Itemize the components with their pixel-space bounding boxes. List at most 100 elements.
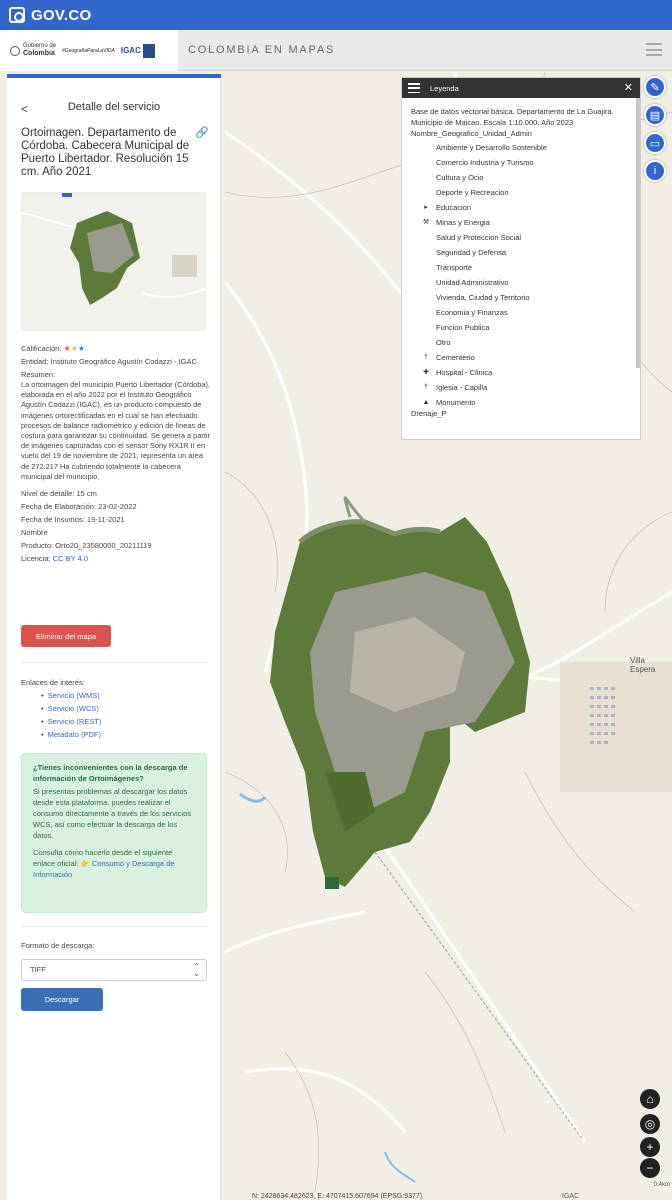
fecha-insumos: Fecha de Insumos: 19-11-2021 (21, 515, 125, 525)
gobierno-logo[interactable]: Gobierno de Colombia (10, 43, 56, 58)
formato-label: Formato de descarga: (21, 941, 95, 950)
seal-icon (10, 45, 20, 56)
zoom-out-button[interactable]: − (640, 1158, 660, 1178)
resumen-text: La ortoimagen del municipio Puerto Liber… (21, 380, 210, 481)
thumbnail-map (22, 193, 205, 305)
govco-logo[interactable]: GOV.CO (31, 7, 91, 24)
legend-item: ⚒ Minas y Energia (411, 215, 631, 230)
format-select-value: TIFF (30, 965, 46, 974)
service-title: Ortoimagen. Departamento de Córdoba. Cab… (21, 127, 190, 178)
legend-panel: Leyenda ✕ Base de datos vectorial básica… (401, 77, 641, 440)
legend-item: † Cementerio (411, 350, 631, 365)
cemetery-icon: † (424, 354, 428, 361)
legend-item: Vivienda, Ciudad y Territorio (436, 293, 530, 302)
rating-row: Calificación: ★★★ (21, 344, 213, 354)
home-icon[interactable]: ⌂ (640, 1089, 660, 1109)
back-button[interactable]: < (21, 102, 28, 116)
map-coordinates: N: 2428634.482623, E: 4707415.607694 (EP… (252, 1193, 423, 1200)
legend-item: Deporte y Recreacion (436, 188, 509, 197)
legend-item: † Iglesia - Capilla (411, 380, 631, 395)
licencia-link[interactable]: CC BY 4.0 (53, 554, 88, 563)
site-header: Gobierno de Colombia #GeografíaParaLaVIDA… (0, 30, 672, 71)
locate-icon[interactable]: ◎ (640, 1114, 660, 1134)
legend-title: Leyenda (430, 83, 459, 93)
legend-item: Transporte (436, 263, 472, 272)
alert-link-row: Consulta cómo hacerlo desde el siguiente… (33, 847, 195, 880)
layers-icon[interactable]: ▤ (644, 104, 666, 126)
map-place-label: Villa Espera (630, 656, 656, 674)
remove-from-map-button[interactable]: Eliminar del mapa (21, 625, 111, 647)
alert-body: Si presentas problemas al descargar los … (33, 787, 191, 840)
tools-icon[interactable]: ✎ (644, 76, 666, 98)
nivel-detalle: Nivel de detalle: 15 cm (21, 489, 97, 499)
map-attribution: IGAC (562, 1193, 580, 1200)
legend-item: Otro (436, 338, 451, 347)
site-title: COLOMBIA EN MAPAS (188, 44, 336, 56)
rating-stars[interactable]: ★★★ (64, 344, 86, 353)
divider (21, 926, 207, 927)
service-thumbnail (21, 192, 206, 331)
zoom-in-button[interactable]: + (640, 1137, 660, 1157)
link-icon[interactable]: 🔗 (195, 126, 209, 139)
panel-top-accent (7, 74, 221, 78)
service-metadata: Calificación: ★★★ Entidad: Instituto Geo… (21, 344, 213, 567)
licencia-label: Licencia: (21, 554, 51, 564)
legend-group-title: Nombre_Geografico_Unidad_Admin (411, 129, 532, 138)
legend-body: Base de datos vectorial básica. Departam… (402, 98, 640, 439)
divider (21, 662, 207, 663)
legend-item: Comercio Industria y Turismo (436, 158, 534, 167)
download-button[interactable]: Descargar (21, 988, 103, 1011)
legend-item: ✚ Hospital - Clinica (411, 365, 631, 380)
legend-items: Ambiente y Desarrollo Sostenible Comerci… (411, 140, 631, 410)
download-help-alert: ¿Tienes inconvenientes con la descarga d… (21, 753, 207, 913)
legend-item: Salud y Proteccion Social (436, 233, 522, 242)
legend-item: Economia y Finanzas (436, 308, 508, 317)
link-rest[interactable]: Servicio (REST) (48, 717, 102, 726)
link-metadato[interactable]: Metadato (PDF) (48, 730, 101, 739)
alert-heading: ¿Tienes inconvenientes con la descarga d… (33, 763, 188, 783)
geografia-text: #GeografíaParaLaVIDA (62, 47, 115, 54)
legend-item: ▲ Monumento (411, 395, 631, 410)
entidad: Entidad: Instituto Geográfico Agustín Co… (21, 357, 197, 366)
igac-logo[interactable]: IGAC (120, 43, 155, 58)
resumen-label: Resumen: (21, 370, 56, 379)
enlaces-label: Enlaces de interés: (21, 678, 85, 687)
map-book-icon[interactable]: ▭ (644, 132, 666, 154)
legend-item: Cultura y Ocio (436, 173, 484, 182)
geografia-logo: #GeografíaParaLaVIDA (62, 48, 115, 54)
legend-item: Ambiente y Desarrollo Sostenible (436, 143, 547, 152)
legend-item: ▸ Educacion (411, 200, 631, 215)
legend-symbol-icon: ▸ (424, 204, 428, 211)
gobierno-line1: Gobierno de (23, 43, 57, 49)
link-wms[interactable]: Servicio (WMS) (48, 691, 100, 700)
producto: Producto: Orto20_23580000_20211119 (21, 541, 152, 551)
govco-bar: GOV.CO (0, 0, 672, 30)
service-detail-panel: Detalle del servicio < Ortoimagen. Depar… (7, 74, 221, 1200)
close-icon[interactable]: ✕ (624, 81, 633, 94)
govco-shield-icon (9, 7, 25, 23)
licencia-row: Licencia: CC BY 4.0 (21, 554, 213, 564)
monument-icon: ▲ (422, 399, 430, 406)
legend-item: Seguridad y Defensa (436, 248, 507, 257)
igac-emblem-icon (142, 43, 155, 58)
menu-icon[interactable] (646, 43, 662, 56)
enlaces-section: Enlaces de interés: Servicio (WMS) Servi… (21, 676, 101, 741)
igac-text: IGAC (120, 46, 141, 55)
legend-list-icon (408, 83, 420, 93)
enlaces-list: Servicio (WMS) Servicio (WCS) Servicio (… (21, 689, 102, 741)
legend-item: Funcion Publica (436, 323, 490, 332)
legend-header: Leyenda ✕ (402, 78, 640, 98)
header-logos: Gobierno de Colombia #GeografíaParaLaVIDA… (0, 30, 178, 71)
legend-symbol-icon: ⚒ (422, 219, 430, 226)
info-icon[interactable]: i (644, 160, 666, 182)
legend-item: Unidad Administrativo (436, 278, 509, 287)
gobierno-line2: Colombia (23, 50, 55, 57)
fecha-elaboracion: Fecha de Elaboración: 23-02-2022 (21, 502, 137, 512)
select-chevron-icon: ⌃ ⌄ (193, 962, 200, 978)
nombre-label: Nombre (21, 528, 48, 538)
hospital-icon: ✚ (423, 369, 429, 376)
map-scale: 0.4km (653, 1182, 670, 1188)
format-select[interactable]: TIFF ⌃ ⌄ (21, 959, 207, 981)
legend-description: Base de datos vectorial básica. Departam… (411, 107, 614, 127)
link-wcs[interactable]: Servicio (WCS) (48, 704, 99, 713)
